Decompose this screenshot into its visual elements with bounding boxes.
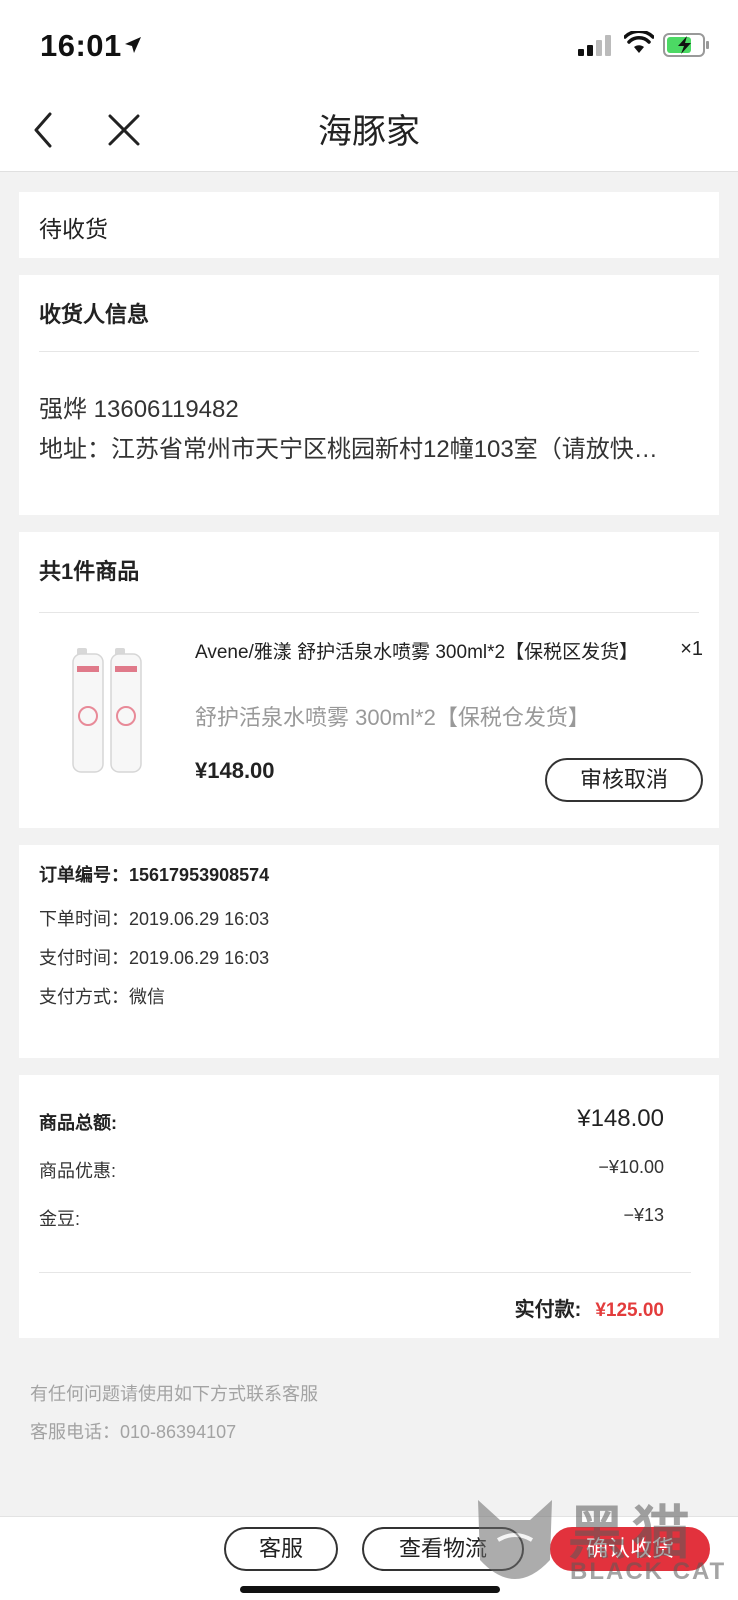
- pay-method-row: 支付方式：微信: [39, 983, 165, 1009]
- recipient-address: 地址：江苏省常州市天宁区桃园新村12幢103室（请放快…: [39, 436, 658, 463]
- order-status-card: 待收货: [19, 192, 719, 258]
- recipient-name-phone: 强烨 13606119482: [39, 396, 239, 423]
- goods-card: 共1件商品 Avene/雅漾 舒护活泉水喷雾 300ml*2【保税区发货】 ×1…: [19, 532, 719, 828]
- help-text: 有任何问题请使用如下方式联系客服: [30, 1384, 318, 1404]
- battery-charging-icon: [663, 33, 709, 57]
- beans-row: 金豆: −¥13: [39, 1205, 664, 1235]
- product-quantity: ×1: [680, 638, 703, 660]
- pay-time-row: 支付时间：2019.06.29 16:03: [39, 944, 269, 970]
- total-value: ¥148.00: [577, 1105, 664, 1132]
- payment-summary-card: 商品总额: ¥148.00 商品优惠: −¥10.00 金豆: −¥13 实付款…: [19, 1075, 719, 1338]
- watermark-sub-text: BLACK CAT: [570, 1558, 727, 1585]
- pay-method-value: 微信: [129, 987, 165, 1007]
- order-time-row: 下单时间：2019.06.29 16:03: [39, 905, 269, 931]
- beans-label: 金豆:: [39, 1209, 81, 1229]
- order-number-value: 15617953908574: [129, 865, 270, 885]
- recipient-card: 收货人信息 强烨 13606119482 地址：江苏省常州市天宁区桃园新村12幢…: [19, 275, 719, 515]
- total-row: 商品总额: ¥148.00: [39, 1105, 664, 1139]
- avene-spray-product-image[interactable]: [55, 638, 165, 778]
- order-number-row: 订单编号：15617953908574: [39, 861, 269, 887]
- wifi-icon: [624, 31, 654, 53]
- discount-row: 商品优惠: −¥10.00: [39, 1157, 664, 1187]
- divider: [39, 612, 699, 613]
- status-time: 16:01: [40, 28, 122, 63]
- order-number-label: 订单编号：: [39, 865, 129, 885]
- product-title[interactable]: Avene/雅漾 舒护活泉水喷雾 300ml*2【保税区发货】: [195, 638, 645, 667]
- discount-label: 商品优惠:: [39, 1161, 117, 1181]
- pay-time-label: 支付时间：: [39, 948, 129, 968]
- product-price: ¥148.00: [195, 758, 275, 783]
- recipient-heading: 收货人信息: [39, 302, 150, 327]
- location-arrow-icon: [125, 37, 141, 53]
- order-info-card: 订单编号：15617953908574 下单时间：2019.06.29 16:0…: [19, 845, 719, 1058]
- total-label: 商品总额:: [39, 1113, 117, 1133]
- service-phone[interactable]: 客服电话：010-86394107: [30, 1418, 236, 1444]
- review-cancel-button[interactable]: 审核取消: [545, 758, 703, 802]
- discount-value: −¥10.00: [598, 1157, 664, 1177]
- page-title: 海豚家: [318, 113, 420, 151]
- cat-logo-icon: [478, 1500, 552, 1579]
- paid-value: ¥125.00: [595, 1300, 664, 1321]
- paid-row: 实付款: ¥125.00: [515, 1293, 664, 1322]
- product-spec: 舒护活泉水喷雾 300ml*2【保税仓发货】: [195, 705, 590, 730]
- divider: [39, 351, 699, 352]
- black-cat-watermark: 黑猫 BLACK CAT: [470, 1486, 738, 1600]
- customer-service-button[interactable]: 客服: [224, 1527, 338, 1571]
- order-time-value: 2019.06.29 16:03: [129, 909, 270, 929]
- status-bar: 16:01: [0, 0, 738, 88]
- pay-time-value: 2019.06.29 16:03: [129, 948, 270, 968]
- navigation-bar: 海豚家: [0, 88, 738, 172]
- home-indicator: [240, 1586, 500, 1593]
- order-time-label: 下单时间：: [39, 909, 129, 929]
- order-detail-screen: 16:01 海豚家 待收货 收货人信息 强烨 13606119482 地址：江苏…: [0, 0, 738, 1600]
- goods-heading: 共1件商品: [39, 559, 140, 584]
- divider: [39, 1272, 691, 1273]
- paid-label: 实付款:: [514, 1299, 582, 1321]
- signal-icon: [578, 35, 611, 56]
- beans-value: −¥13: [623, 1205, 664, 1225]
- order-status-text: 待收货: [39, 216, 108, 242]
- pay-method-label: 支付方式：: [39, 987, 129, 1007]
